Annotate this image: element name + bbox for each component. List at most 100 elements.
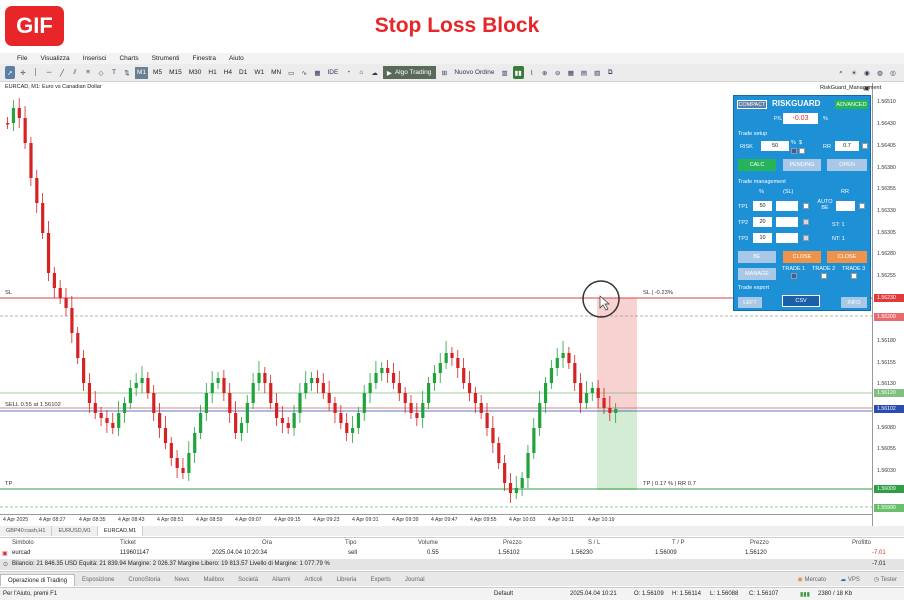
shapes-icon[interactable]: ◇ bbox=[96, 66, 106, 79]
menu-view[interactable]: Visualizza bbox=[40, 55, 69, 62]
compact-button[interactable]: COMPACT bbox=[737, 100, 767, 109]
chart-type-icon[interactable]: ▭ bbox=[286, 66, 296, 79]
algo-trading-button[interactable]: ▶ Algo Trading bbox=[382, 66, 437, 79]
tab-company[interactable]: Società bbox=[231, 574, 265, 586]
col-symbol[interactable]: Simbolo bbox=[12, 540, 34, 546]
tester-link[interactable]: ◷ Tester bbox=[867, 574, 904, 586]
zoom-in-icon[interactable]: ⊕ bbox=[540, 66, 550, 79]
screenshot-icon[interactable]: ⧉ bbox=[605, 66, 615, 79]
line-chart-icon[interactable]: ⌇ bbox=[527, 66, 537, 79]
vps-icon[interactable]: ☁ bbox=[369, 66, 380, 79]
arrows-icon[interactable]: ⇅ bbox=[122, 66, 132, 79]
tp2-sl-input[interactable] bbox=[776, 217, 798, 227]
tp3-input[interactable]: 10 bbox=[753, 233, 772, 243]
tf-h4[interactable]: H4 bbox=[222, 67, 234, 79]
hline-icon[interactable]: ─ bbox=[44, 66, 54, 79]
pending-button[interactable]: PENDING bbox=[783, 159, 821, 171]
tab-history[interactable]: CronoStoria bbox=[121, 574, 167, 586]
risk-dollar-checkbox[interactable] bbox=[799, 148, 805, 154]
menu-tools[interactable]: Strumenti bbox=[152, 55, 180, 62]
info-button[interactable]: INFO bbox=[841, 297, 867, 308]
menu-help[interactable]: Aiuto bbox=[229, 55, 244, 62]
tf-d1[interactable]: D1 bbox=[237, 67, 249, 79]
tab-articles[interactable]: Articoli bbox=[297, 574, 329, 586]
chart-tab-gbp40[interactable]: GBP40:cash,H1 bbox=[0, 526, 53, 536]
calc-button[interactable]: CALC bbox=[738, 159, 776, 171]
trade1-checkbox[interactable] bbox=[791, 273, 797, 279]
tab-mailbox[interactable]: Mailbox bbox=[196, 574, 231, 586]
tf-m1[interactable]: M1 bbox=[135, 66, 149, 79]
col-profit[interactable]: Profitto bbox=[852, 540, 871, 546]
rr-checkbox[interactable] bbox=[862, 143, 868, 149]
tp2-checkbox[interactable] bbox=[803, 219, 809, 225]
be-button[interactable]: BE bbox=[738, 251, 776, 263]
col-price[interactable]: Prezzo bbox=[503, 540, 522, 546]
close-button[interactable]: CLOSE bbox=[783, 251, 821, 263]
new-order-button[interactable]: Nuovo Ordine bbox=[452, 66, 496, 79]
tp1-checkbox[interactable] bbox=[803, 203, 809, 209]
tab-library[interactable]: Libreria bbox=[330, 574, 364, 586]
indicators-icon[interactable]: ∿ bbox=[299, 66, 309, 79]
risk-pct-checkbox[interactable] bbox=[791, 148, 797, 154]
channel-icon[interactable]: ⫽ bbox=[70, 66, 80, 79]
ide-button[interactable]: IDE bbox=[325, 66, 340, 79]
trade2-checkbox[interactable] bbox=[821, 273, 827, 279]
tp2-input[interactable]: 20 bbox=[753, 217, 772, 227]
chart-tab-eurusd[interactable]: EURUSD,M1 bbox=[52, 526, 98, 536]
manage-button[interactable]: MANAGE bbox=[738, 268, 776, 280]
tf-m15[interactable]: M15 bbox=[167, 67, 184, 79]
community-icon[interactable]: ◍ bbox=[875, 66, 885, 79]
autoscroll-icon[interactable]: ▤ bbox=[579, 66, 589, 79]
trendline-icon[interactable]: ╱ bbox=[57, 66, 67, 79]
vps-link[interactable]: ☁ VPS bbox=[833, 574, 867, 586]
new-order-icon[interactable]: ⊞ bbox=[439, 66, 449, 79]
tab-news[interactable]: News bbox=[167, 574, 196, 586]
fibo-icon[interactable]: ≡ bbox=[83, 66, 93, 79]
col-type[interactable]: Tipo bbox=[345, 540, 356, 546]
cursor-icon[interactable]: ➚ bbox=[5, 66, 15, 79]
vline-icon[interactable]: │ bbox=[31, 66, 41, 79]
tf-w1[interactable]: W1 bbox=[252, 67, 266, 79]
menu-window[interactable]: Finestra bbox=[192, 55, 215, 62]
tab-exposure[interactable]: Esposizione bbox=[75, 574, 121, 586]
open-button[interactable]: OPEN bbox=[827, 159, 867, 171]
auto-be-checkbox[interactable] bbox=[859, 203, 865, 209]
tab-trade[interactable]: Operazione di Trading bbox=[0, 574, 76, 586]
left-button[interactable]: LEFT bbox=[738, 297, 762, 308]
depth-icon[interactable]: ▥ bbox=[499, 66, 509, 79]
auto-be-input[interactable] bbox=[836, 201, 855, 211]
tf-mn[interactable]: MN bbox=[269, 67, 283, 79]
col-time[interactable]: Ora bbox=[262, 540, 272, 546]
panel-settings-icon[interactable]: ▣ bbox=[864, 85, 870, 92]
chart-tab-eurcad[interactable]: EURCAD,M1 bbox=[97, 526, 144, 536]
tp3-checkbox[interactable] bbox=[803, 235, 809, 241]
account-icon[interactable]: ◉ bbox=[862, 66, 872, 79]
col-tp[interactable]: T / P bbox=[672, 540, 685, 546]
menu-insert[interactable]: Inserisci bbox=[83, 55, 107, 62]
col-ticket[interactable]: Ticket bbox=[120, 540, 136, 546]
tf-h1[interactable]: H1 bbox=[206, 67, 218, 79]
tp1-sl-input[interactable] bbox=[776, 201, 798, 211]
signals2-icon[interactable]: ◎ bbox=[888, 66, 898, 79]
menu-charts[interactable]: Charts bbox=[119, 55, 138, 62]
candles-icon[interactable]: ▮▮ bbox=[512, 66, 524, 79]
templates-icon[interactable]: ▦ bbox=[312, 66, 322, 79]
signals-icon[interactable]: ◔ bbox=[343, 66, 353, 79]
table-row[interactable]: ▣ eurcad 119601147 2025.04.04 10:20:34 s… bbox=[0, 548, 904, 559]
menu-file[interactable]: File bbox=[17, 55, 27, 62]
grid-icon[interactable]: ▦ bbox=[566, 66, 576, 79]
market-link[interactable]: ◉ Mercato bbox=[791, 574, 834, 586]
tp1-input[interactable]: 50 bbox=[753, 201, 772, 211]
rr-input[interactable]: 0.7 bbox=[835, 141, 859, 151]
close-button-2[interactable]: CLOSE bbox=[827, 251, 867, 263]
tp3-sl-input[interactable] bbox=[776, 233, 798, 243]
tab-alerts[interactable]: Allarmi bbox=[265, 574, 297, 586]
csv-button[interactable]: CSV bbox=[782, 295, 820, 307]
market-icon[interactable]: ⌂ bbox=[356, 66, 366, 79]
trade3-checkbox[interactable] bbox=[851, 273, 857, 279]
col-sl[interactable]: S / L bbox=[588, 540, 600, 546]
shift-icon[interactable]: ▧ bbox=[592, 66, 602, 79]
tf-m30[interactable]: M30 bbox=[187, 67, 204, 79]
search-icon[interactable]: ⌕ bbox=[836, 66, 846, 79]
tab-journal[interactable]: Journal bbox=[398, 574, 432, 586]
